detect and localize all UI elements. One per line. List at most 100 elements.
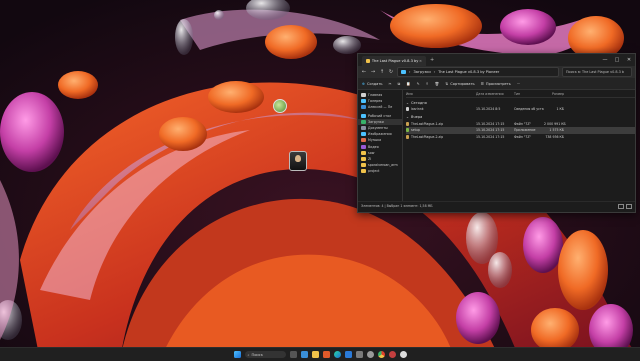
folder-icon: [361, 156, 366, 161]
address-field[interactable]: › Загрузки › The Last Plague v0.8.3 by P…: [397, 67, 559, 77]
group-title: Вчера: [411, 115, 423, 119]
nav-label: Изображения: [368, 132, 392, 137]
media-icon[interactable]: [388, 351, 396, 358]
video-icon: [361, 144, 366, 149]
delete-icon[interactable]: 🗑: [435, 82, 440, 86]
nav-label: project: [368, 169, 380, 174]
chevron-down-icon: ⌄: [406, 115, 410, 119]
rename-icon[interactable]: ✎: [417, 82, 420, 86]
file-size: 2 000 991 КБ: [544, 121, 566, 126]
archive-icon: [406, 121, 409, 126]
nav-label: Видео: [368, 144, 379, 149]
address-bar-row: ← → ↑ ↻ › Загрузки › The Last Plague v0.…: [358, 66, 635, 78]
cloud-icon: [361, 105, 366, 110]
nav-item-folder[interactable]: project: [358, 168, 402, 174]
file-row[interactable]: lasrinnk 15.10.2024 8:5 Сведения об уста…: [406, 106, 635, 113]
title-bar: The Last Plague v0.8.3 by Pioneer × + — …: [358, 54, 635, 66]
explorer-icon[interactable]: [311, 351, 319, 358]
archive-icon: [406, 134, 409, 139]
task-view-icon[interactable]: [289, 351, 297, 358]
store-icon[interactable]: [344, 351, 352, 358]
nav-label: ZI: [368, 156, 372, 161]
copy-icon[interactable]: ⧉: [398, 82, 401, 86]
file-type: Сведения об уста...: [514, 107, 544, 112]
widgets-icon[interactable]: [300, 351, 308, 358]
documents-icon: [361, 126, 366, 131]
nav-label: Рабочий стол: [368, 113, 392, 118]
view-icon: ☰: [480, 81, 484, 86]
view-button[interactable]: ☰ Просмотреть: [481, 82, 511, 86]
taskbar-search[interactable]: ⌕ Поиск: [244, 351, 286, 358]
download-icon: [361, 119, 366, 124]
file-type: Приложение: [514, 128, 536, 133]
back-arrow-icon[interactable]: ←: [361, 69, 367, 75]
image-file-icon[interactable]: [289, 151, 307, 171]
path-separator: ›: [409, 70, 411, 74]
search-field[interactable]: Поиск в: The Last Plague v0.8.3 b: [562, 67, 632, 77]
game-icon[interactable]: [399, 351, 407, 358]
maximize-button[interactable]: □: [611, 54, 623, 66]
file-list: Имя Дата изменения Тип Размер ⌄ Сегодня l…: [403, 90, 635, 201]
mail-icon[interactable]: [355, 351, 363, 358]
file-size: 1 КБ: [556, 107, 565, 112]
column-size[interactable]: Размер: [544, 92, 564, 96]
status-bar: Элементов: 4 | Выбран 1 элемент: 1,58 МБ: [358, 201, 635, 210]
more-options-button[interactable]: ···: [517, 82, 520, 86]
tab-close-icon[interactable]: ×: [419, 59, 422, 63]
chrome-icon[interactable]: [377, 351, 385, 358]
share-icon[interactable]: ⇪: [426, 82, 429, 86]
browser-icon[interactable]: [322, 351, 330, 358]
nav-label: Музыка: [368, 138, 382, 143]
tab-title: The Last Plague v0.8.3 by Pioneer: [371, 59, 419, 63]
refresh-icon[interactable]: ↻: [388, 69, 394, 75]
column-type[interactable]: Тип: [514, 92, 544, 96]
path-segment-folder[interactable]: The Last Plague v0.8.3 by Pioneer: [438, 70, 499, 74]
sort-button[interactable]: ⇅ Сортировать: [445, 82, 474, 86]
edge-icon[interactable]: [333, 351, 341, 358]
nav-label: sow: [368, 150, 375, 155]
minimize-button[interactable]: —: [599, 54, 611, 66]
folder-icon: [361, 163, 366, 168]
setup-icon: [406, 128, 409, 133]
file-date: 15.10.2024 17:15: [476, 134, 505, 139]
new-tab-button[interactable]: +: [430, 57, 434, 63]
search-text: Поиск в: The Last Plague v0.8.3 b: [566, 70, 624, 74]
close-button[interactable]: ✕: [623, 54, 635, 66]
paste-icon[interactable]: 📋: [406, 82, 410, 86]
nav-label: Алексей — Пе: [368, 105, 393, 110]
nav-label: Загрузки: [368, 119, 384, 124]
column-name[interactable]: Имя: [406, 92, 476, 96]
path-segment-downloads[interactable]: Загрузки: [413, 70, 430, 74]
settings-icon[interactable]: [366, 351, 374, 358]
create-button[interactable]: ⊕ Создать: [362, 82, 383, 86]
file-row[interactable]: TheLastPlague-2.zip 15.10.2024 17:15 Фай…: [406, 134, 635, 141]
group-header[interactable]: ⌄ Сегодня: [406, 99, 635, 106]
forward-arrow-icon[interactable]: →: [370, 69, 376, 75]
group-title: Сегодня: [411, 100, 427, 105]
nav-item-onedrive[interactable]: Алексей — Пе: [358, 104, 402, 110]
sort-label: Сортировать: [450, 81, 475, 86]
search-label: Поиск: [251, 352, 263, 357]
start-icon[interactable]: [233, 351, 241, 358]
column-date[interactable]: Дата изменения: [476, 92, 514, 96]
details-view-icon[interactable]: [618, 203, 624, 209]
tiles-view-icon[interactable]: [626, 203, 632, 209]
folder-icon: [361, 169, 366, 174]
path-separator: ›: [433, 70, 436, 74]
home-icon: [361, 93, 366, 98]
chevron-down-icon: ⌄: [406, 100, 410, 105]
up-arrow-icon[interactable]: ↑: [379, 69, 385, 75]
cut-icon[interactable]: ✂: [389, 82, 392, 86]
monitor-icon: [401, 70, 406, 74]
nav-label: Галерея: [368, 99, 383, 104]
tab-current-folder[interactable]: The Last Plague v0.8.3 by Pioneer ×: [362, 56, 426, 66]
file-size: 1 575 КБ: [549, 128, 564, 133]
gallery-icon: [361, 99, 366, 104]
folder-icon: [366, 59, 370, 63]
view-label: Просмотреть: [485, 81, 511, 86]
navigation-pane: Главная Галерея Алексей — Пе Рабочий сто…: [358, 90, 403, 201]
column-headers: Имя Дата изменения Тип Размер: [406, 90, 635, 98]
group-header[interactable]: ⌄ Вчера: [406, 114, 635, 121]
app-shortcut-icon[interactable]: [273, 99, 287, 113]
sort-icon: ⇅: [445, 81, 449, 86]
